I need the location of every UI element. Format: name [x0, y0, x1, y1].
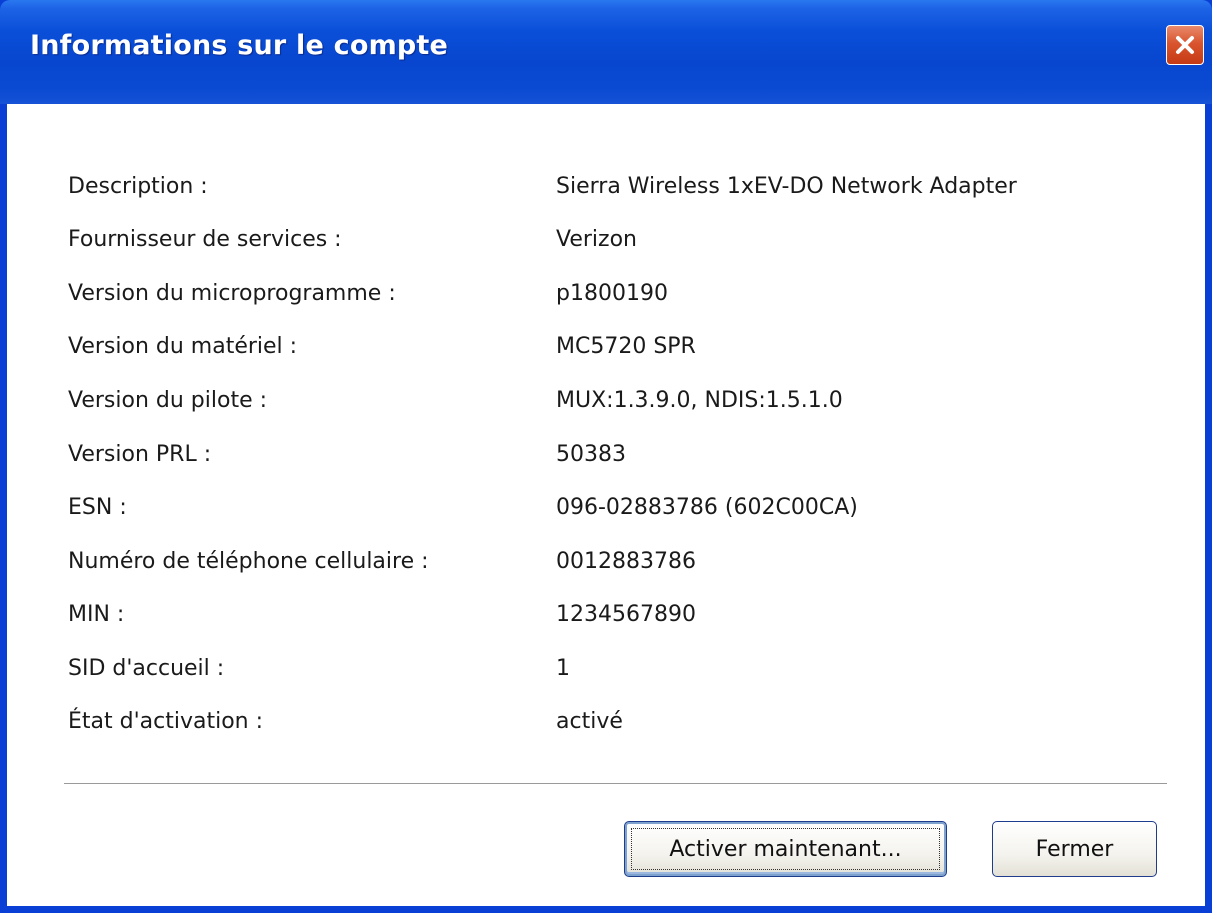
min-label: MIN : — [68, 602, 125, 627]
prl-version-label: Version PRL : — [68, 442, 212, 467]
home-sid-label: SID d'accueil : — [68, 656, 225, 681]
close-x-icon — [1176, 36, 1194, 54]
account-info-list: Description : Sierra Wireless 1xEV-DO Ne… — [7, 104, 1205, 906]
info-row-home-sid: SID d'accueil : 1 — [7, 656, 1205, 686]
info-row-description: Description : Sierra Wireless 1xEV-DO Ne… — [7, 174, 1205, 204]
close-button[interactable]: Fermer — [992, 821, 1157, 877]
activation-state-value: activé — [556, 709, 623, 734]
info-row-driver-version: Version du pilote : MUX:1.3.9.0, NDIS:1.… — [7, 388, 1205, 418]
firmware-version-label: Version du microprogramme : — [68, 281, 396, 306]
separator-line — [64, 783, 1167, 785]
info-row-firmware-version: Version du microprogramme : p1800190 — [7, 281, 1205, 311]
hardware-version-value: MC5720 SPR — [556, 334, 696, 359]
title-bar[interactable]: Informations sur le compte — [0, 0, 1212, 104]
description-label: Description : — [68, 174, 208, 199]
description-value: Sierra Wireless 1xEV-DO Network Adapter — [556, 174, 1017, 199]
phone-number-label: Numéro de téléphone cellulaire : — [68, 549, 429, 574]
info-row-hardware-version: Version du matériel : MC5720 SPR — [7, 334, 1205, 364]
driver-version-value: MUX:1.3.9.0, NDIS:1.5.1.0 — [556, 388, 843, 413]
info-row-service-provider: Fournisseur de services : Verizon — [7, 227, 1205, 257]
focus-rectangle — [631, 828, 940, 870]
driver-version-label: Version du pilote : — [68, 388, 268, 413]
esn-label: ESN : — [68, 495, 127, 520]
prl-version-value: 50383 — [556, 442, 626, 467]
home-sid-value: 1 — [556, 656, 570, 681]
activate-now-button[interactable]: Activer maintenant... — [624, 821, 947, 877]
close-window-button[interactable] — [1166, 25, 1204, 65]
min-value: 1234567890 — [556, 602, 696, 627]
hardware-version-label: Version du matériel : — [68, 334, 298, 359]
esn-value: 096-02883786 (602C00CA) — [556, 495, 858, 520]
info-row-min: MIN : 1234567890 — [7, 602, 1205, 632]
info-row-prl-version: Version PRL : 50383 — [7, 442, 1205, 472]
account-info-dialog: Informations sur le compte Description :… — [0, 0, 1212, 913]
dialog-body: Description : Sierra Wireless 1xEV-DO Ne… — [7, 104, 1205, 906]
close-button-label: Fermer — [1035, 836, 1114, 862]
activation-state-label: État d'activation : — [68, 709, 264, 734]
info-row-esn: ESN : 096-02883786 (602C00CA) — [7, 495, 1205, 525]
firmware-version-value: p1800190 — [556, 281, 668, 306]
info-row-phone-number: Numéro de téléphone cellulaire : 0012883… — [7, 549, 1205, 579]
service-provider-value: Verizon — [556, 227, 637, 252]
service-provider-label: Fournisseur de services : — [68, 227, 342, 252]
window-title: Informations sur le compte — [30, 30, 449, 61]
phone-number-value: 0012883786 — [556, 549, 696, 574]
info-row-activation-state: État d'activation : activé — [7, 709, 1205, 739]
